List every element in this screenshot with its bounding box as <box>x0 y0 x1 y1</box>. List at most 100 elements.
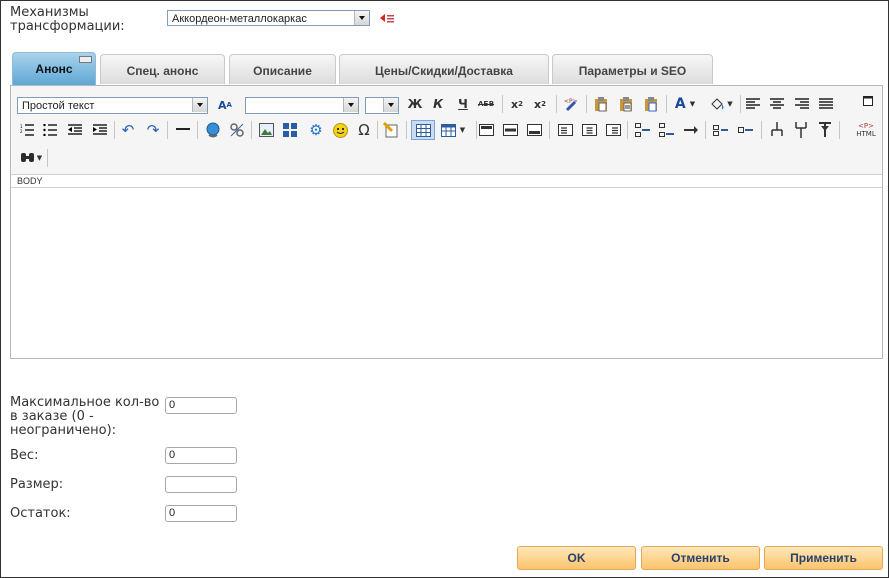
chevron-down-icon[interactable] <box>383 98 398 112</box>
font-select[interactable] <box>245 97 359 114</box>
toggle-borders-icon[interactable] <box>411 120 435 140</box>
separator <box>406 121 407 139</box>
pin-icon <box>79 56 92 63</box>
stock-input[interactable]: 0 <box>165 505 237 522</box>
insert-col-after-icon[interactable] <box>737 121 755 139</box>
separator <box>377 121 378 139</box>
smiley-icon[interactable] <box>331 121 349 139</box>
size-select[interactable] <box>365 97 399 114</box>
insert-media-icon[interactable] <box>281 121 299 139</box>
separator <box>839 121 840 139</box>
find-replace-icon[interactable]: ▼ <box>18 149 44 167</box>
editor-content-area[interactable] <box>11 189 882 358</box>
strikethrough-button[interactable]: АБВ <box>477 95 495 113</box>
outdent-icon[interactable] <box>66 121 84 139</box>
unordered-list-icon[interactable] <box>41 121 59 139</box>
separator <box>556 95 557 113</box>
html-source-button[interactable]: <P> HTML <box>853 120 879 140</box>
editor-toolbar: Простой текст AA Ж К Ч АБВ x2 x2 <P> A ▼ … <box>11 86 882 175</box>
separator <box>761 121 762 139</box>
remove-icon[interactable] <box>379 12 395 24</box>
cancel-button[interactable]: Отменить <box>641 546 760 570</box>
spellcheck-icon[interactable] <box>382 121 400 139</box>
weight-label: Вес: <box>10 448 39 463</box>
tab-special-announce[interactable]: Спец. анонс <box>100 54 225 84</box>
insert-table-icon[interactable]: ▼ <box>438 121 468 139</box>
table-row-middle-icon[interactable] <box>501 121 519 139</box>
paste-icon[interactable] <box>592 95 610 113</box>
max-qty-label: Максимальное кол-во в заказе (0 - неогра… <box>10 395 160 438</box>
separator <box>114 121 115 139</box>
paste-text-icon[interactable] <box>617 95 635 113</box>
max-qty-input[interactable]: 0 <box>165 397 237 414</box>
underline-button[interactable]: Ч <box>454 95 472 113</box>
delete-col-icon[interactable] <box>816 121 834 139</box>
style-icon[interactable]: AA <box>216 96 234 114</box>
tab-label: Параметры и SEO <box>578 64 687 78</box>
align-center-icon[interactable] <box>768 95 786 113</box>
remove-format-icon[interactable]: <P> <box>562 95 580 113</box>
transform-select-value: Аккордеон-металлокаркас <box>172 13 307 25</box>
chevron-down-icon[interactable] <box>343 98 358 112</box>
tab-description[interactable]: Описание <box>229 54 336 84</box>
svg-text:2: 2 <box>20 129 23 134</box>
apply-button[interactable]: Применить <box>764 546 883 570</box>
tab-label: Анонс <box>35 62 73 76</box>
insert-row-before-icon[interactable] <box>634 121 652 139</box>
separator <box>627 121 628 139</box>
tab-label: Спец. анонс <box>126 64 199 78</box>
cell-align-left-icon[interactable] <box>556 121 574 139</box>
justify-icon[interactable] <box>817 95 835 113</box>
separator <box>47 149 48 167</box>
separator <box>502 95 503 113</box>
insert-row-after-icon[interactable] <box>658 121 676 139</box>
settings-icon[interactable]: ⚙ <box>307 121 325 139</box>
background-color-icon[interactable]: ▼ <box>706 95 736 113</box>
table-row-above-icon[interactable] <box>477 121 495 139</box>
rich-text-editor: Простой текст AA Ж К Ч АБВ x2 x2 <P> A ▼ … <box>10 85 883 359</box>
tab-label: Цены/Скидки/Доставка <box>375 64 513 78</box>
table-row-below-icon[interactable] <box>525 121 543 139</box>
superscript-icon[interactable]: x2 <box>531 95 549 113</box>
separator <box>740 95 741 113</box>
tab-params-seo[interactable]: Параметры и SEO <box>552 54 713 84</box>
separator <box>705 121 706 139</box>
size-input[interactable] <box>165 476 237 493</box>
ordered-list-icon[interactable]: 12 <box>18 121 36 139</box>
chevron-down-icon[interactable] <box>354 11 369 25</box>
undo-icon[interactable]: ↶ <box>119 121 137 139</box>
unlink-icon[interactable] <box>228 121 246 139</box>
insert-link-icon[interactable] <box>204 121 222 139</box>
tab-announce[interactable]: Анонс <box>12 52 96 85</box>
cell-align-center-icon[interactable] <box>580 121 598 139</box>
align-right-icon[interactable] <box>793 95 811 113</box>
delete-row-icon[interactable] <box>682 121 700 139</box>
chevron-down-icon[interactable] <box>192 98 207 112</box>
text-color-icon[interactable]: A ▼ <box>671 95 699 113</box>
format-select[interactable]: Простой текст <box>17 97 208 114</box>
fullscreen-icon[interactable] <box>859 92 877 110</box>
separator <box>666 95 667 113</box>
align-left-icon[interactable] <box>744 95 762 113</box>
subscript-icon[interactable]: x2 <box>508 95 526 113</box>
italic-button[interactable]: К <box>429 95 447 113</box>
cell-align-right-icon[interactable] <box>604 121 622 139</box>
bold-button[interactable]: Ж <box>406 95 424 113</box>
merge-cells-icon[interactable] <box>792 121 810 139</box>
redo-icon[interactable]: ↷ <box>144 121 162 139</box>
stock-label: Остаток: <box>10 506 71 521</box>
special-char-icon[interactable]: Ω <box>355 121 373 139</box>
separator <box>586 95 587 113</box>
transform-select[interactable]: Аккордеон-металлокаркас <box>167 10 370 26</box>
split-cells-icon[interactable] <box>768 121 786 139</box>
separator <box>197 121 198 139</box>
ok-button[interactable]: OK <box>517 546 636 570</box>
format-select-value: Простой текст <box>22 100 95 112</box>
indent-icon[interactable] <box>91 121 109 139</box>
weight-input[interactable]: 0 <box>165 447 237 464</box>
horizontal-rule-icon[interactable] <box>174 121 192 139</box>
insert-col-before-icon[interactable] <box>712 121 730 139</box>
tab-prices[interactable]: Цены/Скидки/Доставка <box>339 54 549 84</box>
insert-image-icon[interactable] <box>257 121 275 139</box>
paste-word-icon[interactable] <box>642 95 660 113</box>
